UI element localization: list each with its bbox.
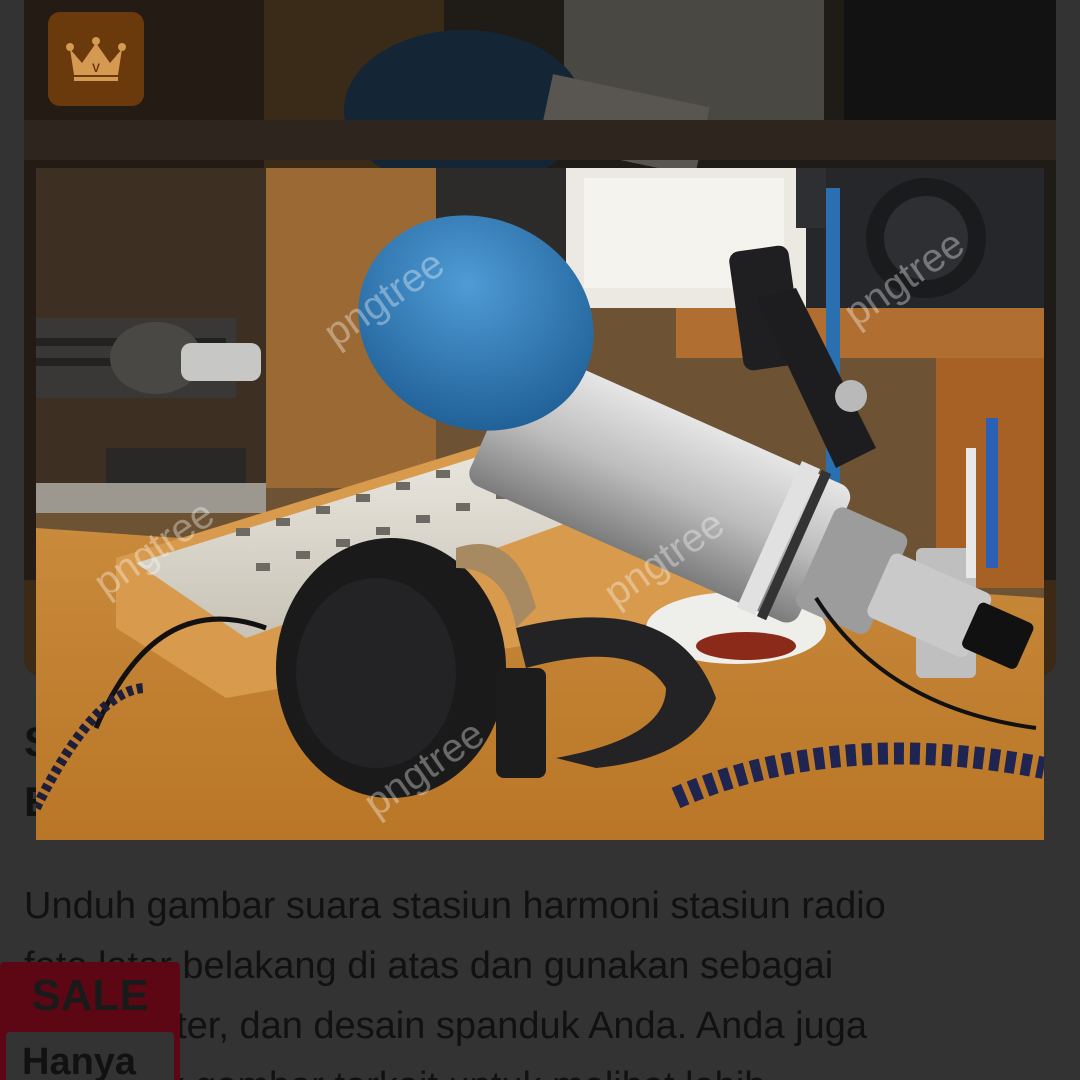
premium-crown-badge[interactable]: V — [48, 12, 144, 106]
sale-label: SALE — [31, 971, 149, 1020]
crown-letter: V — [92, 61, 100, 75]
sale-badge[interactable]: SALE Hanya — [0, 962, 180, 1080]
page: V S E Unduh gambar suara stasiun harmoni… — [0, 0, 1080, 1080]
radio-studio-photo: pngtree pngtree pngtree pngtree pngtree — [36, 168, 1044, 840]
description-line4: dapat klik gambar terkait untuk melihat … — [24, 1056, 1064, 1080]
crown-icon: V — [66, 37, 126, 81]
description-line1: Unduh gambar suara stasiun harmoni stasi… — [24, 885, 886, 927]
image-preview[interactable]: pngtree pngtree pngtree pngtree pngtree — [36, 168, 1044, 840]
sale-sub-box: Hanya — [6, 1032, 174, 1080]
description-text: Unduh gambar suara stasiun harmoni stasi… — [24, 876, 1064, 1080]
sale-sub-label: Hanya — [22, 1041, 137, 1080]
description-line2: foto latar belakang di atas dan gunakan … — [24, 945, 834, 987]
description-line3: flyer, poster, dan desain spanduk Anda. … — [24, 1005, 867, 1047]
